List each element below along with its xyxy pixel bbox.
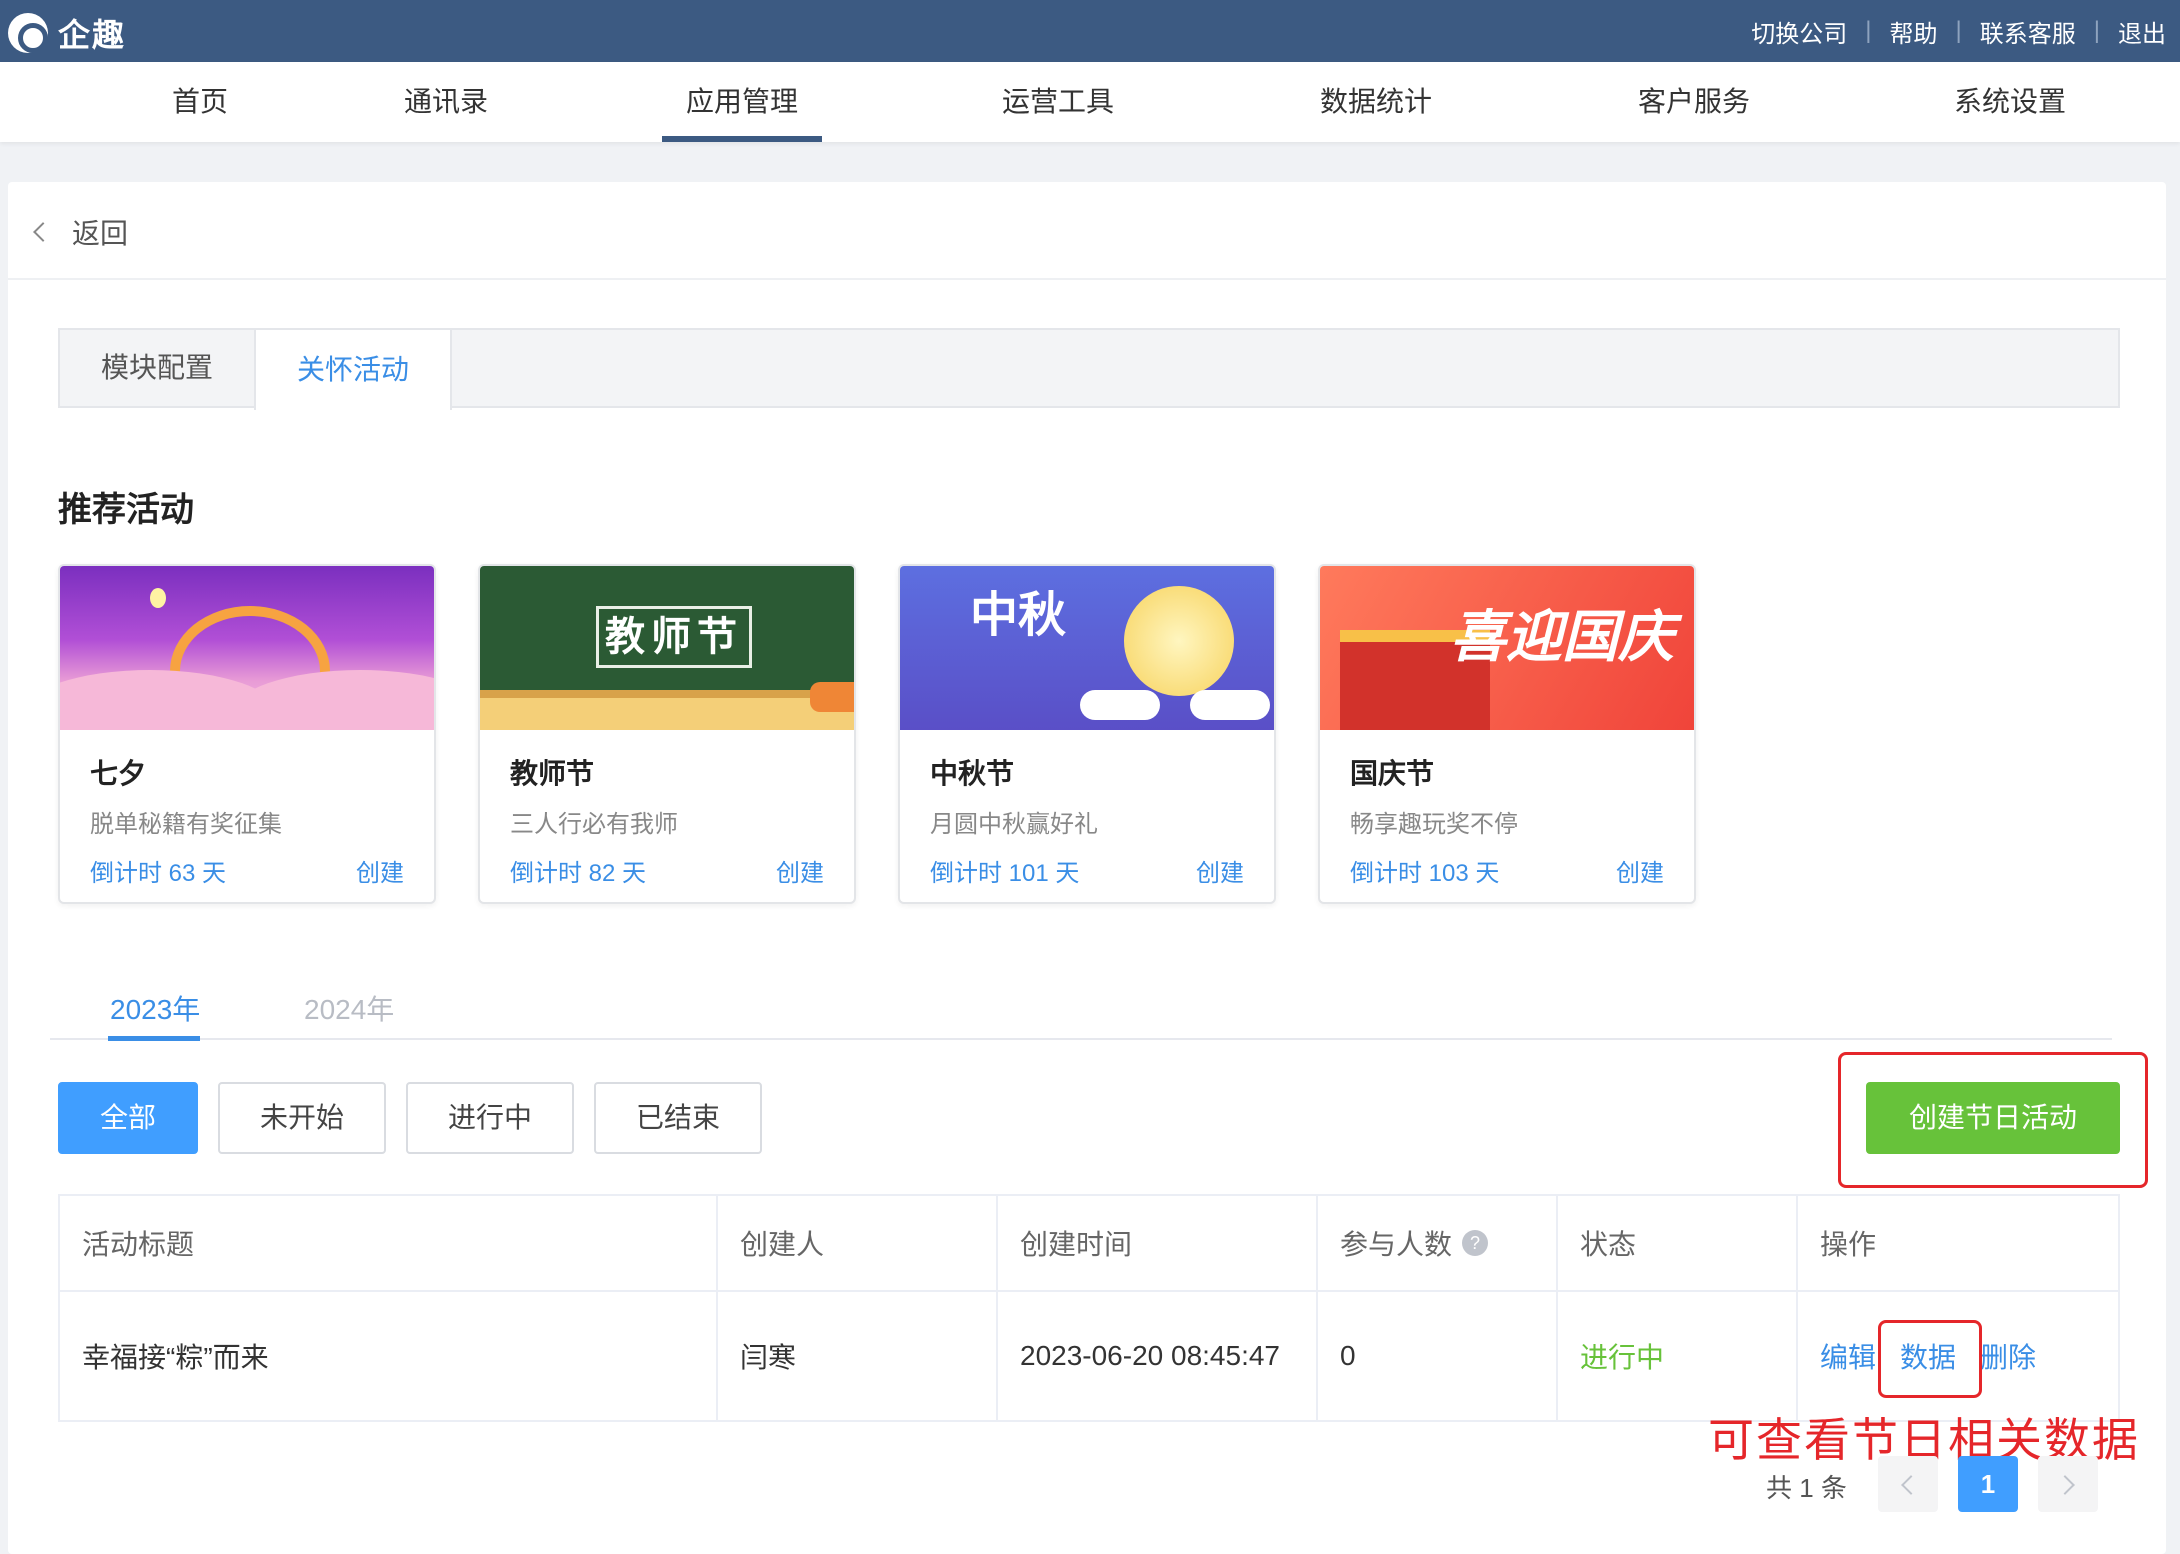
delete-link[interactable]: 删除 bbox=[1980, 1336, 2036, 1376]
card-subtitle: 月圆中秋赢好礼 bbox=[930, 811, 1098, 838]
filter-all-button[interactable]: 全部 bbox=[58, 1082, 198, 1154]
filter-in-progress-button[interactable]: 进行中 bbox=[406, 1082, 574, 1154]
nav-contacts[interactable]: 通讯录 bbox=[386, 62, 506, 142]
col-header-participants-label: 参与人数 bbox=[1340, 1229, 1453, 1260]
cell-status: 进行中 bbox=[1558, 1292, 1798, 1420]
back-button[interactable]: 返回 bbox=[33, 212, 129, 252]
activity-card-mid-autumn: 中秋 中秋节 月圆中秋赢好礼 倒计时 101 天 创建 bbox=[898, 564, 1276, 904]
create-link[interactable]: 创建 bbox=[356, 853, 404, 888]
col-header-actions: 操作 bbox=[1820, 1229, 1877, 1260]
separator: | bbox=[2093, 17, 2100, 44]
card-countdown: 倒计时 103 天 bbox=[1350, 860, 1500, 887]
filter-ended-button[interactable]: 已结束 bbox=[594, 1082, 762, 1154]
separator: | bbox=[1955, 17, 1962, 44]
card-countdown: 倒计时 101 天 bbox=[930, 860, 1080, 887]
divider bbox=[8, 278, 2166, 280]
module-tabs: 模块配置 关怀活动 bbox=[58, 328, 2120, 410]
create-link[interactable]: 创建 bbox=[1616, 853, 1664, 888]
nav-statistics[interactable]: 数据统计 bbox=[1296, 62, 1456, 142]
card-countdown: 倒计时 82 天 bbox=[510, 860, 647, 887]
nav-ops-tools[interactable]: 运营工具 bbox=[978, 62, 1138, 142]
brand-name: 企趣 bbox=[58, 17, 127, 53]
cloud-decoration bbox=[1190, 690, 1270, 720]
tab-module-config[interactable]: 模块配置 bbox=[60, 328, 256, 410]
cell-title: 幸福接“粽”而来 bbox=[60, 1292, 718, 1420]
card-countdown: 倒计时 63 天 bbox=[90, 860, 227, 887]
card-title: 国庆节 bbox=[1350, 758, 1435, 789]
separator: | bbox=[1865, 17, 1872, 44]
logo-icon bbox=[8, 13, 48, 53]
col-header-title: 活动标题 bbox=[60, 1196, 718, 1290]
cell-creator: 闫寒 bbox=[718, 1292, 998, 1420]
chalk-ledge bbox=[480, 690, 854, 730]
top-links: 切换公司 | 帮助 | 联系客服 | 退出 bbox=[1751, 0, 2166, 62]
nav-customer-service[interactable]: 客户服务 bbox=[1614, 62, 1774, 142]
card-subtitle: 三人行必有我师 bbox=[510, 811, 678, 838]
contact-support-link[interactable]: 联系客服 bbox=[1980, 14, 2076, 49]
banner-image-national-day: 喜迎国庆 bbox=[1320, 566, 1694, 730]
card-subtitle: 脱单秘籍有奖征集 bbox=[90, 811, 282, 838]
activity-card-teachers-day: 教师节 教师节 三人行必有我师 倒计时 82 天 创建 bbox=[478, 564, 856, 904]
card-title: 教师节 bbox=[510, 758, 595, 789]
tab-year-2024[interactable]: 2024年 bbox=[304, 988, 394, 1028]
banner-image-qixi bbox=[60, 566, 434, 730]
col-header-status: 状态 bbox=[1558, 1196, 1798, 1290]
banner-text: 中秋 bbox=[970, 589, 1067, 642]
back-label: 返回 bbox=[72, 218, 129, 249]
help-icon[interactable]: ? bbox=[1462, 1230, 1489, 1256]
cell-created-time: 2023-06-20 08:45:47 bbox=[998, 1292, 1318, 1420]
activity-card-national-day: 喜迎国庆 国庆节 畅享趣玩奖不停 倒计时 103 天 创建 bbox=[1318, 564, 1696, 904]
chevron-left-icon bbox=[33, 222, 53, 242]
highlight-box-create bbox=[1838, 1052, 2148, 1188]
highlight-box-data bbox=[1878, 1320, 1982, 1398]
moon-decoration bbox=[1124, 586, 1234, 696]
banner-text: 教师节 bbox=[596, 606, 752, 668]
col-header-participants: 参与人数 ? bbox=[1318, 1196, 1558, 1290]
cell-participants: 0 bbox=[1318, 1292, 1558, 1420]
tab-care-activities[interactable]: 关怀活动 bbox=[256, 328, 452, 410]
table-header: 活动标题 创建人 创建时间 参与人数 ? 状态 操作 bbox=[60, 1196, 2118, 1292]
create-link[interactable]: 创建 bbox=[776, 853, 824, 888]
next-page-button[interactable] bbox=[2038, 1456, 2098, 1512]
card-subtitle: 畅享趣玩奖不停 bbox=[1350, 811, 1518, 838]
prev-page-button[interactable] bbox=[1878, 1456, 1938, 1512]
switch-company-link[interactable]: 切换公司 bbox=[1751, 14, 1847, 49]
top-bar: 企趣 切换公司 | 帮助 | 联系客服 | 退出 bbox=[0, 0, 2180, 62]
card-title: 中秋节 bbox=[930, 758, 1015, 789]
nav-system-settings[interactable]: 系统设置 bbox=[1930, 62, 2090, 142]
section-title: 推荐活动 bbox=[58, 491, 194, 529]
tab-year-2023[interactable]: 2023年 bbox=[110, 988, 200, 1028]
create-link[interactable]: 创建 bbox=[1196, 853, 1244, 888]
activity-table: 活动标题 创建人 创建时间 参与人数 ? 状态 操作 幸福接“粽”而来 闫寒 2… bbox=[58, 1194, 2120, 1422]
pagination-total: 共 1 条 bbox=[1766, 1473, 1847, 1503]
help-link[interactable]: 帮助 bbox=[1890, 14, 1938, 49]
activity-card-qixi: 七夕 脱单秘籍有奖征集 倒计时 63 天 创建 bbox=[58, 564, 436, 904]
moon-decoration bbox=[150, 588, 166, 608]
banner-image-teachers-day: 教师节 bbox=[480, 566, 854, 730]
main-nav: 首页 通讯录 应用管理 运营工具 数据统计 客户服务 系统设置 bbox=[0, 62, 2180, 142]
col-header-creator: 创建人 bbox=[718, 1196, 998, 1290]
current-page[interactable]: 1 bbox=[1958, 1456, 2018, 1512]
col-header-created-time: 创建时间 bbox=[998, 1196, 1318, 1290]
card-title: 七夕 bbox=[90, 758, 147, 789]
nav-active-indicator bbox=[662, 136, 822, 142]
banner-text: 喜迎国庆 bbox=[1450, 605, 1674, 668]
logo[interactable]: 企趣 bbox=[8, 10, 126, 56]
cloud-decoration bbox=[1080, 690, 1160, 720]
nav-home[interactable]: 首页 bbox=[140, 62, 260, 142]
table-row: 幸福接“粽”而来 闫寒 2023-06-20 08:45:47 0 进行中 编辑… bbox=[60, 1292, 2118, 1420]
chalk-decoration bbox=[810, 682, 854, 712]
filter-not-started-button[interactable]: 未开始 bbox=[218, 1082, 386, 1154]
year-active-indicator bbox=[108, 1036, 200, 1041]
year-tabs-line bbox=[50, 1038, 2112, 1040]
banner-image-mid-autumn: 中秋 bbox=[900, 566, 1274, 730]
nav-app-management[interactable]: 应用管理 bbox=[662, 62, 822, 142]
edit-link[interactable]: 编辑 bbox=[1820, 1336, 1876, 1376]
logout-link[interactable]: 退出 bbox=[2118, 14, 2166, 49]
